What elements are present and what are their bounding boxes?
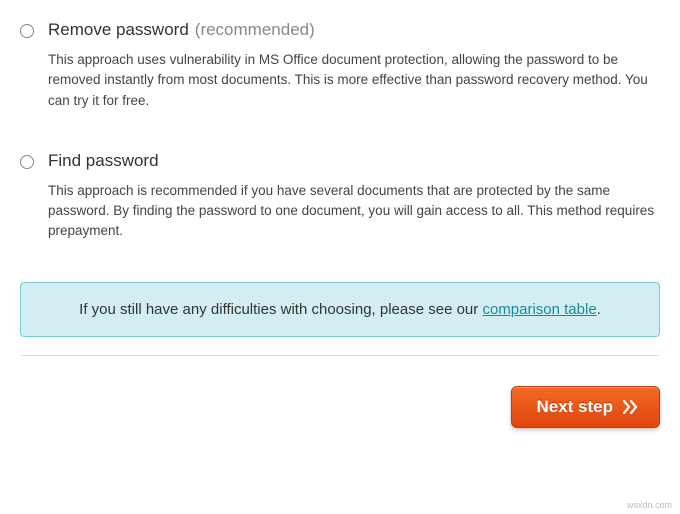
info-text-prefix: If you still have any difficulties with … [79, 301, 482, 318]
info-box: If you still have any difficulties with … [20, 282, 660, 337]
chevron-right-icon [623, 400, 639, 414]
watermark: wsxdn.com [627, 500, 672, 510]
comparison-table-link[interactable]: comparison table [482, 301, 596, 318]
option-description: This approach uses vulnerability in MS O… [48, 50, 660, 111]
next-step-button[interactable]: Next step [511, 386, 660, 428]
option-description: This approach is recommended if you have… [48, 181, 660, 242]
option-title: Find password [48, 151, 159, 171]
recommended-label: (recommended) [195, 20, 315, 40]
radio-icon[interactable] [20, 24, 34, 38]
radio-icon[interactable] [20, 155, 34, 169]
button-label: Next step [536, 397, 613, 417]
info-text-suffix: . [597, 301, 601, 318]
option-remove-password[interactable]: Remove password (recommended) This appro… [20, 20, 660, 111]
option-title: Remove password [48, 20, 189, 40]
option-find-password[interactable]: Find password This approach is recommend… [20, 151, 660, 242]
